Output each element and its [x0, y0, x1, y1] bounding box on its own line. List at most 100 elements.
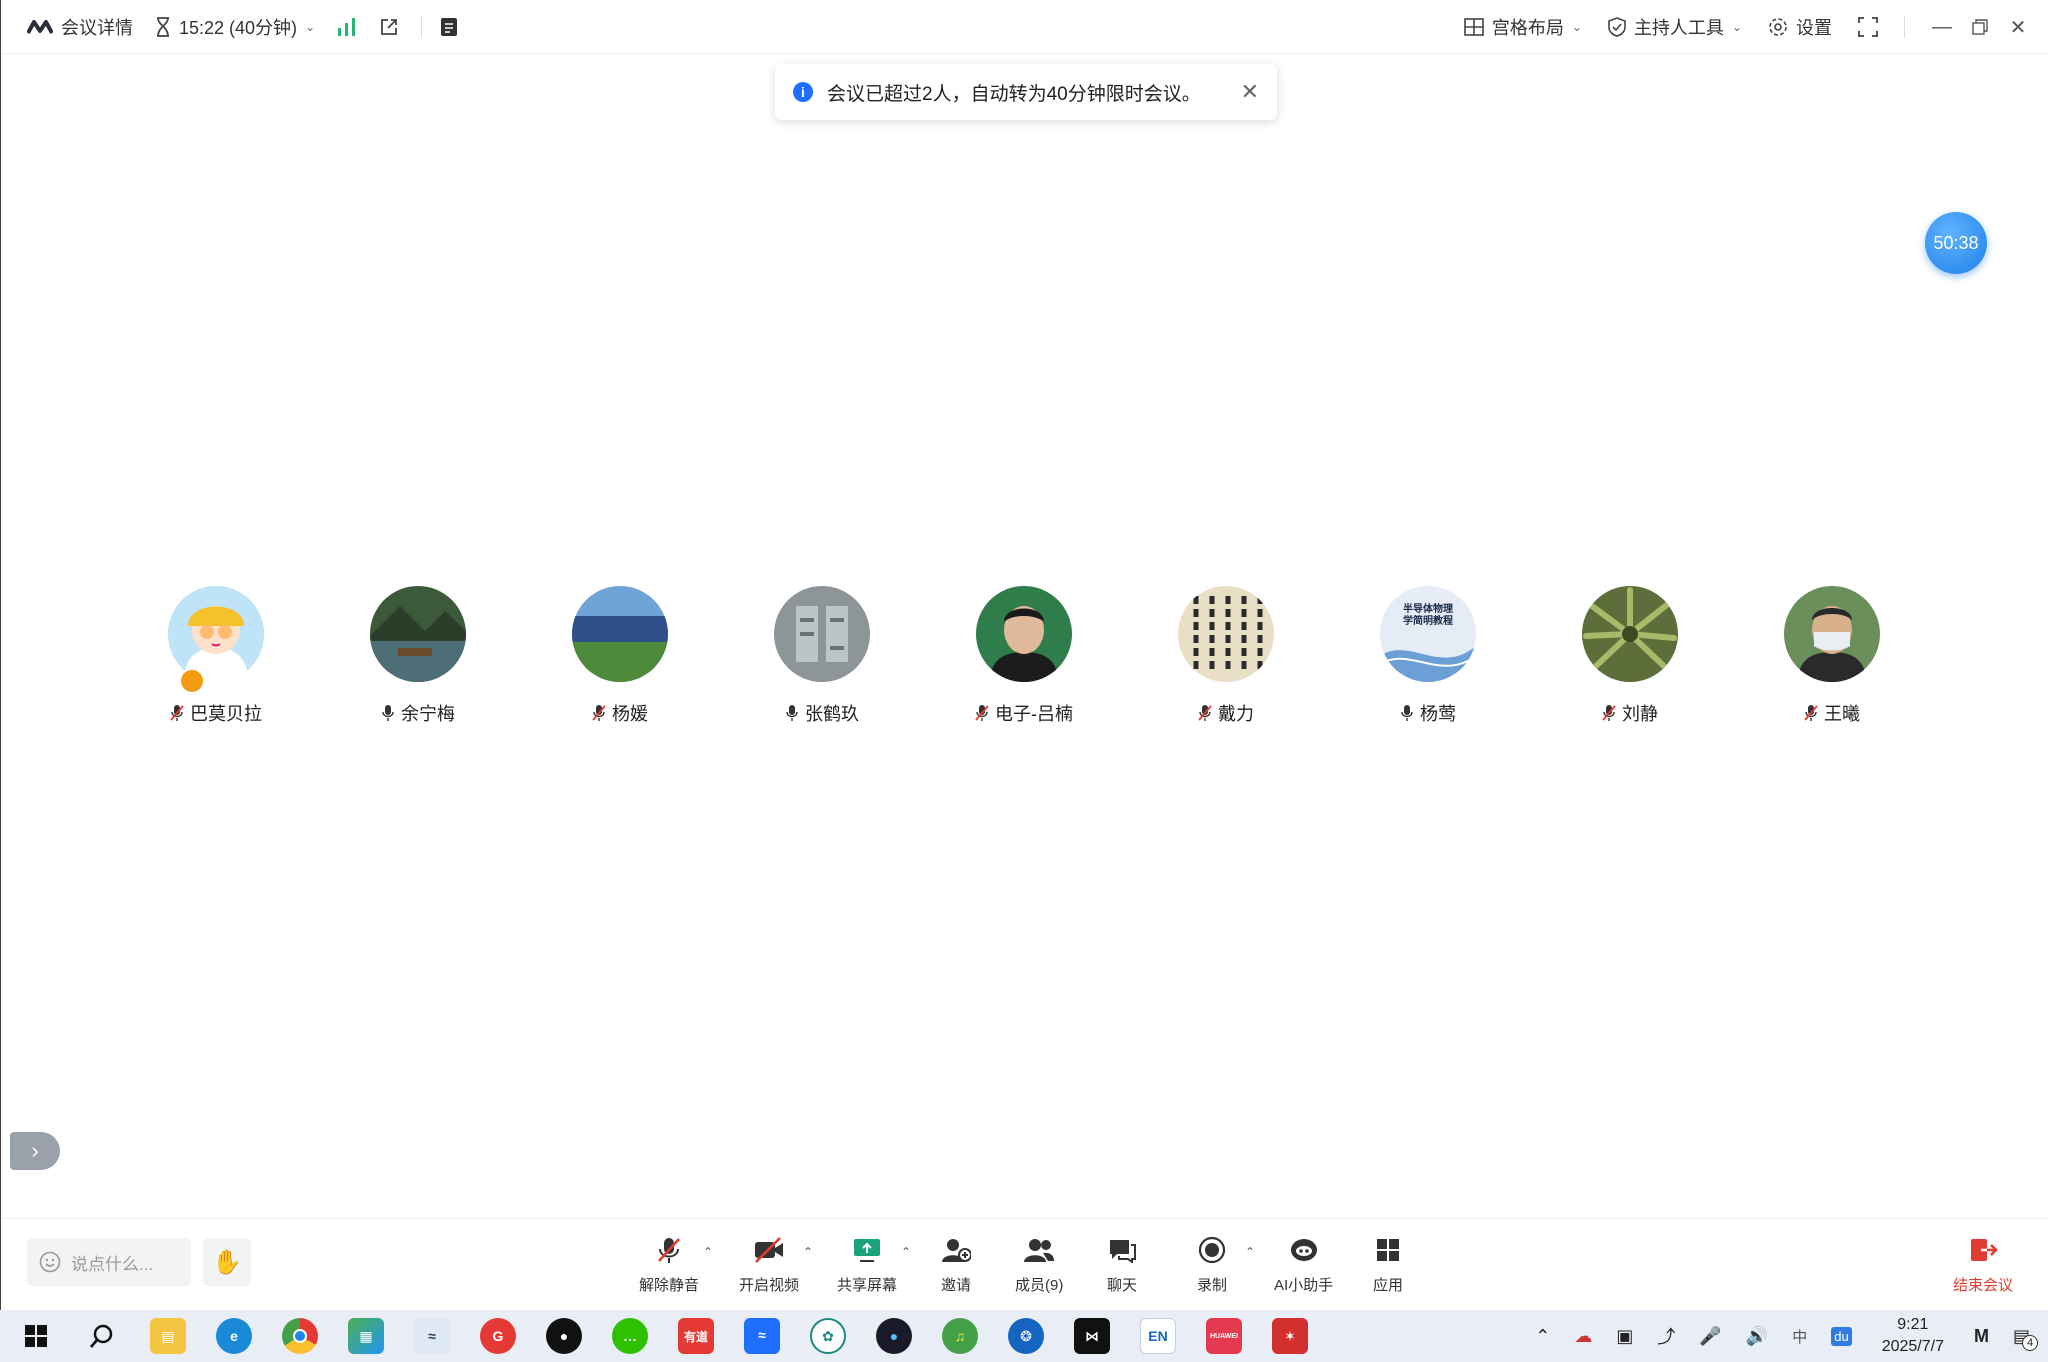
system-tray: ⌃ ☁ ▣ ⤴ 🎤 🔊 中 du 9:21 2025/7/7 M ▤ 4	[1523, 1310, 2048, 1362]
signal-bars-icon	[338, 17, 356, 36]
masked-portrait-avatar	[1784, 586, 1880, 682]
lake-mountain-avatar	[370, 586, 466, 682]
ai-assistant-button[interactable]: AI小助手	[1274, 1235, 1333, 1295]
end-meeting-button[interactable]: 结束会议	[1953, 1235, 2013, 1295]
file-explorer-app[interactable]: ▤	[150, 1318, 186, 1354]
avatar	[572, 586, 668, 682]
meeting-time-dropdown[interactable]: 15:22 (40分钟) ⌄	[155, 14, 315, 40]
host-tools-dropdown[interactable]: 主持人工具 ⌄	[1608, 14, 1742, 40]
graph-icon: ≈	[428, 1328, 436, 1344]
share-options-caret[interactable]: ⌃	[901, 1245, 911, 1259]
grid-layout-dropdown[interactable]: 宫格布局 ⌄	[1464, 14, 1582, 40]
participant-name: 余宁梅	[381, 700, 455, 726]
participant-name-text: 余宁梅	[401, 704, 455, 724]
youdao-app[interactable]: 有道	[678, 1318, 714, 1354]
book-cover-avatar	[1380, 586, 1476, 682]
microphone-icon[interactable]: 🎤	[1699, 1326, 1721, 1347]
restore-button[interactable]	[1961, 0, 1999, 54]
participant-tile[interactable]: 刘静	[1535, 586, 1725, 726]
search-button[interactable]	[84, 1318, 120, 1354]
grid-icon	[1464, 18, 1484, 36]
graph-app[interactable]: ≈	[414, 1318, 450, 1354]
windows-taskbar: ▤ e ▦ ≈ G ● … 有道 ≈ ✿ ● ♫ ❂ ⋈ EN HUAWEI ✶…	[0, 1310, 2048, 1362]
wifi-icon[interactable]: ⤴	[1657, 1323, 1675, 1349]
video-app[interactable]: ❂	[1008, 1318, 1044, 1354]
mic-muted-icon	[1804, 705, 1818, 721]
members-button[interactable]: 成员(9)	[1015, 1235, 1063, 1295]
settings-button[interactable]: 设置	[1768, 14, 1832, 40]
participant-tile[interactable]: 张鹤玖	[727, 586, 917, 726]
participant-tile[interactable]: 巴莫贝拉	[121, 586, 311, 726]
popout-button[interactable]	[379, 17, 399, 37]
audio-options-caret[interactable]: ⌃	[703, 1245, 713, 1259]
huawei-icon: HUAWEI	[1210, 1332, 1238, 1340]
cloud-sync-icon[interactable]: ☁	[1574, 1326, 1592, 1347]
participant-tile[interactable]: 戴力	[1131, 586, 1321, 726]
apps-label: 应用	[1373, 1277, 1404, 1294]
acrobat-app[interactable]: ✶	[1272, 1318, 1308, 1354]
record-button[interactable]: 录制	[1197, 1235, 1227, 1295]
fullscreen-button[interactable]	[1858, 17, 1878, 37]
share-screen-button[interactable]: 共享屏幕	[837, 1235, 897, 1295]
video-options-caret[interactable]: ⌃	[803, 1245, 813, 1259]
tencent-meeting-app[interactable]: ≈	[744, 1318, 780, 1354]
display-icon[interactable]: ▣	[1616, 1326, 1633, 1347]
meeting-timer-bubble[interactable]: 50:38	[1925, 212, 1987, 274]
baidu-netdisk-icon[interactable]: du	[1831, 1326, 1852, 1346]
plant-avatar	[1582, 586, 1678, 682]
capcut-icon: ⋈	[1085, 1327, 1099, 1344]
close-notice-button[interactable]: ✕	[1241, 79, 1259, 105]
huawei-app[interactable]: HUAWEI	[1206, 1318, 1242, 1354]
ai-robot-icon	[1290, 1239, 1317, 1261]
record-options-caret[interactable]: ⌃	[1245, 1245, 1255, 1259]
expand-sidebar-button[interactable]: ›	[10, 1132, 60, 1170]
meeting-details-button[interactable]: 会议详情	[27, 14, 133, 40]
chat-quick-input[interactable]: 说点什么...	[27, 1238, 191, 1286]
participant-tile[interactable]: 杨媛	[525, 586, 715, 726]
participant-name: 戴力	[1198, 700, 1254, 726]
red-g-app[interactable]: G	[480, 1318, 516, 1354]
record-icon	[1198, 1236, 1226, 1264]
music-app[interactable]: ♫	[942, 1318, 978, 1354]
show-hidden-icons-button[interactable]: ⌃	[1535, 1326, 1550, 1347]
language-indicator[interactable]: EN	[1140, 1318, 1176, 1354]
members-label: 成员(9)	[1015, 1277, 1064, 1294]
camera-off-icon	[755, 1237, 783, 1263]
fullscreen-icon	[1858, 17, 1878, 37]
unmute-button[interactable]: 解除静音	[639, 1235, 699, 1295]
pen-menu-icon[interactable]: M	[1974, 1326, 1989, 1347]
participant-tile[interactable]: 王曦	[1737, 586, 1927, 726]
members-icon	[1024, 1239, 1055, 1262]
close-window-button[interactable]: ✕	[1999, 0, 2037, 54]
pdf-icon: ✶	[1284, 1327, 1296, 1344]
windows-logo-icon	[25, 1325, 47, 1347]
volume-icon[interactable]: 🔊	[1746, 1326, 1768, 1347]
tencent-meeting-logo-icon	[27, 19, 53, 34]
divider	[421, 15, 423, 38]
apps-button[interactable]: 应用	[1373, 1235, 1403, 1295]
tiles-app[interactable]: ▦	[348, 1318, 384, 1354]
notifications-button[interactable]: ▤ 4	[2013, 1326, 2038, 1351]
edge-browser-app[interactable]: e	[216, 1318, 252, 1354]
dark-circle-app[interactable]: ●	[876, 1318, 912, 1354]
invite-button[interactable]: 邀请	[941, 1235, 971, 1295]
minimize-button[interactable]: —	[1923, 0, 1961, 54]
ime-indicator[interactable]: 中	[1792, 1326, 1807, 1347]
qq-app[interactable]: ●	[546, 1318, 582, 1354]
participant-tile[interactable]: 电子-吕楠	[929, 586, 1119, 726]
start-video-button[interactable]: 开启视频	[739, 1235, 799, 1295]
chatgpt-app[interactable]: ✿	[810, 1318, 846, 1354]
divider	[1904, 16, 1905, 38]
raise-hand-button[interactable]: ✋	[203, 1238, 251, 1286]
capcut-app[interactable]: ⋈	[1074, 1318, 1110, 1354]
chat-button[interactable]: 聊天	[1107, 1235, 1137, 1295]
network-signal-button[interactable]	[337, 17, 357, 36]
wechat-app[interactable]: …	[612, 1318, 648, 1354]
start-button[interactable]	[18, 1318, 54, 1354]
mic-muted-icon	[1198, 705, 1212, 721]
clock[interactable]: 9:21 2025/7/7	[1882, 1314, 1944, 1358]
participant-tile[interactable]: 半导体物理学简明教程 杨莺	[1333, 586, 1523, 726]
notes-button[interactable]	[440, 17, 458, 37]
chrome-browser-app[interactable]	[282, 1318, 318, 1354]
participant-tile[interactable]: 余宁梅	[323, 586, 513, 726]
